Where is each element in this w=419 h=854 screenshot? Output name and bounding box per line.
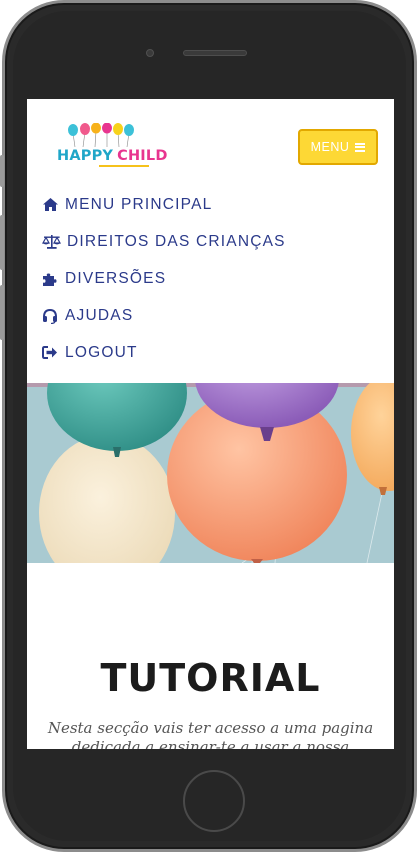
front-camera: [146, 49, 154, 57]
logout-icon: [42, 345, 60, 361]
logo-word-child: CHILD: [117, 148, 168, 164]
home-button[interactable]: [183, 770, 245, 832]
nav-item-menu-principal[interactable]: MENU PRINCIPAL: [42, 186, 286, 223]
site-header: HAPPY CHILD MENU: [27, 99, 394, 183]
nav-item-direitos[interactable]: DIREITOS DAS CRIANÇAS: [42, 223, 286, 260]
logo-text: HAPPY CHILD: [57, 148, 168, 164]
balloons-banner-image: [27, 383, 394, 563]
nav-item-ajudas[interactable]: AJUDAS: [42, 297, 286, 334]
earpiece-speaker: [183, 50, 247, 56]
app-screen: HAPPY CHILD MENU MENU PRINCIPAL DIREITOS…: [27, 99, 394, 749]
nav-item-label: DIREITOS DAS CRIANÇAS: [67, 232, 286, 250]
nav-item-logout[interactable]: LOGOUT: [42, 334, 286, 371]
logo-underline: [99, 165, 149, 167]
menu-button-label: MENU: [310, 140, 350, 154]
volume-up-button: [0, 215, 4, 270]
volume-down-button: [0, 285, 4, 340]
nav-item-label: LOGOUT: [65, 343, 138, 361]
logo[interactable]: HAPPY CHILD: [55, 123, 167, 171]
main-nav: MENU PRINCIPAL DIREITOS DAS CRIANÇAS DIV…: [42, 186, 286, 371]
puzzle-icon: [42, 271, 60, 287]
nav-item-label: MENU PRINCIPAL: [65, 195, 213, 213]
nav-item-diversoes[interactable]: DIVERSÕES: [42, 260, 286, 297]
tutorial-title: TUTORIAL: [100, 656, 321, 700]
mute-switch: [0, 155, 4, 187]
menu-button[interactable]: MENU: [298, 129, 378, 165]
headset-icon: [42, 308, 60, 324]
scale-icon: [42, 234, 62, 250]
home-icon: [42, 197, 60, 213]
logo-word-happy: HAPPY: [57, 148, 114, 164]
balloons-logo-icon: [68, 123, 134, 147]
tutorial-description: Nesta secção vais ter acesso a uma pagin…: [47, 719, 374, 749]
nav-item-label: DIVERSÕES: [65, 269, 167, 287]
nav-item-label: AJUDAS: [65, 306, 134, 324]
hamburger-icon: [355, 142, 366, 152]
